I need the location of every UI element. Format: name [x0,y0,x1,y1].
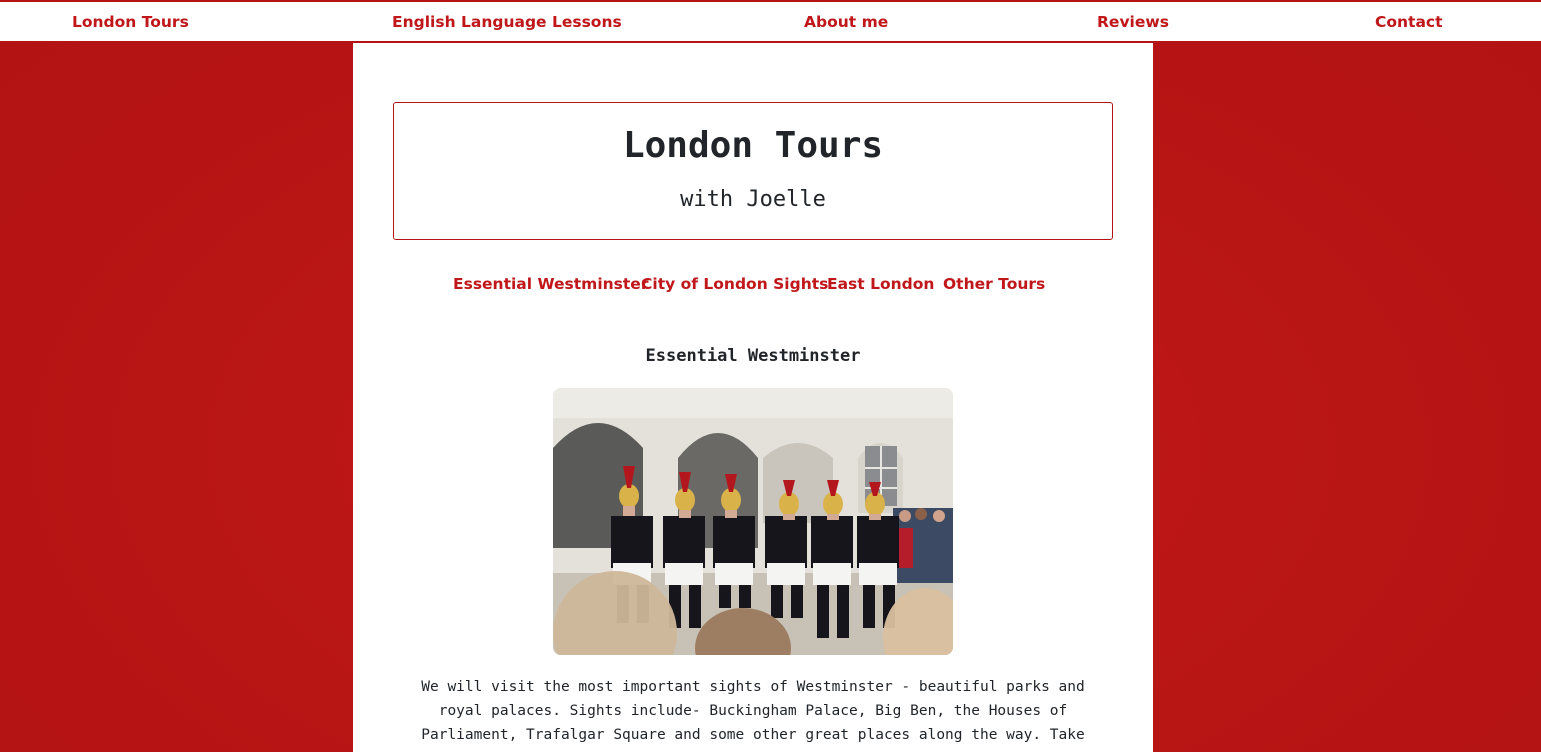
description-line: Parliament, Trafalgar Square and some ot… [421,727,1085,743]
top-navigation: London Tours English Language Lessons Ab… [0,0,1541,42]
nav-contact[interactable]: Contact [1375,13,1443,31]
site-title: London Tours [622,125,884,166]
site-title-box: London Tours with Joelle [393,102,1113,240]
nav-london-tours[interactable]: London Tours [72,13,189,31]
tours-navigation: Essential Westminster City of London Sig… [353,275,1153,297]
nav-about-me[interactable]: About me [804,13,888,31]
guards-photo-illustration [553,388,953,655]
description-line: royal palaces. Sights include- Buckingha… [438,703,1068,719]
nav-reviews[interactable]: Reviews [1097,13,1169,31]
guards-photo [553,388,953,655]
tour-link-east-london[interactable]: East London [827,275,934,293]
tour-link-other-tours[interactable]: Other Tours [943,275,1045,293]
site-subtitle: with Joelle [680,187,826,212]
section-title: Essential Westminster [645,346,861,366]
description-line: We will visit the most important sights … [421,679,1085,695]
nav-english-language-lessons[interactable]: English Language Lessons [392,13,622,31]
tour-link-city-of-london[interactable]: City of London Sights [641,275,828,293]
section-description: We will visit the most important sights … [413,675,1093,747]
content-panel: London Tours with Joelle Essential Westm… [353,43,1153,752]
tour-link-essential-westminster[interactable]: Essential Westminster [453,275,648,293]
